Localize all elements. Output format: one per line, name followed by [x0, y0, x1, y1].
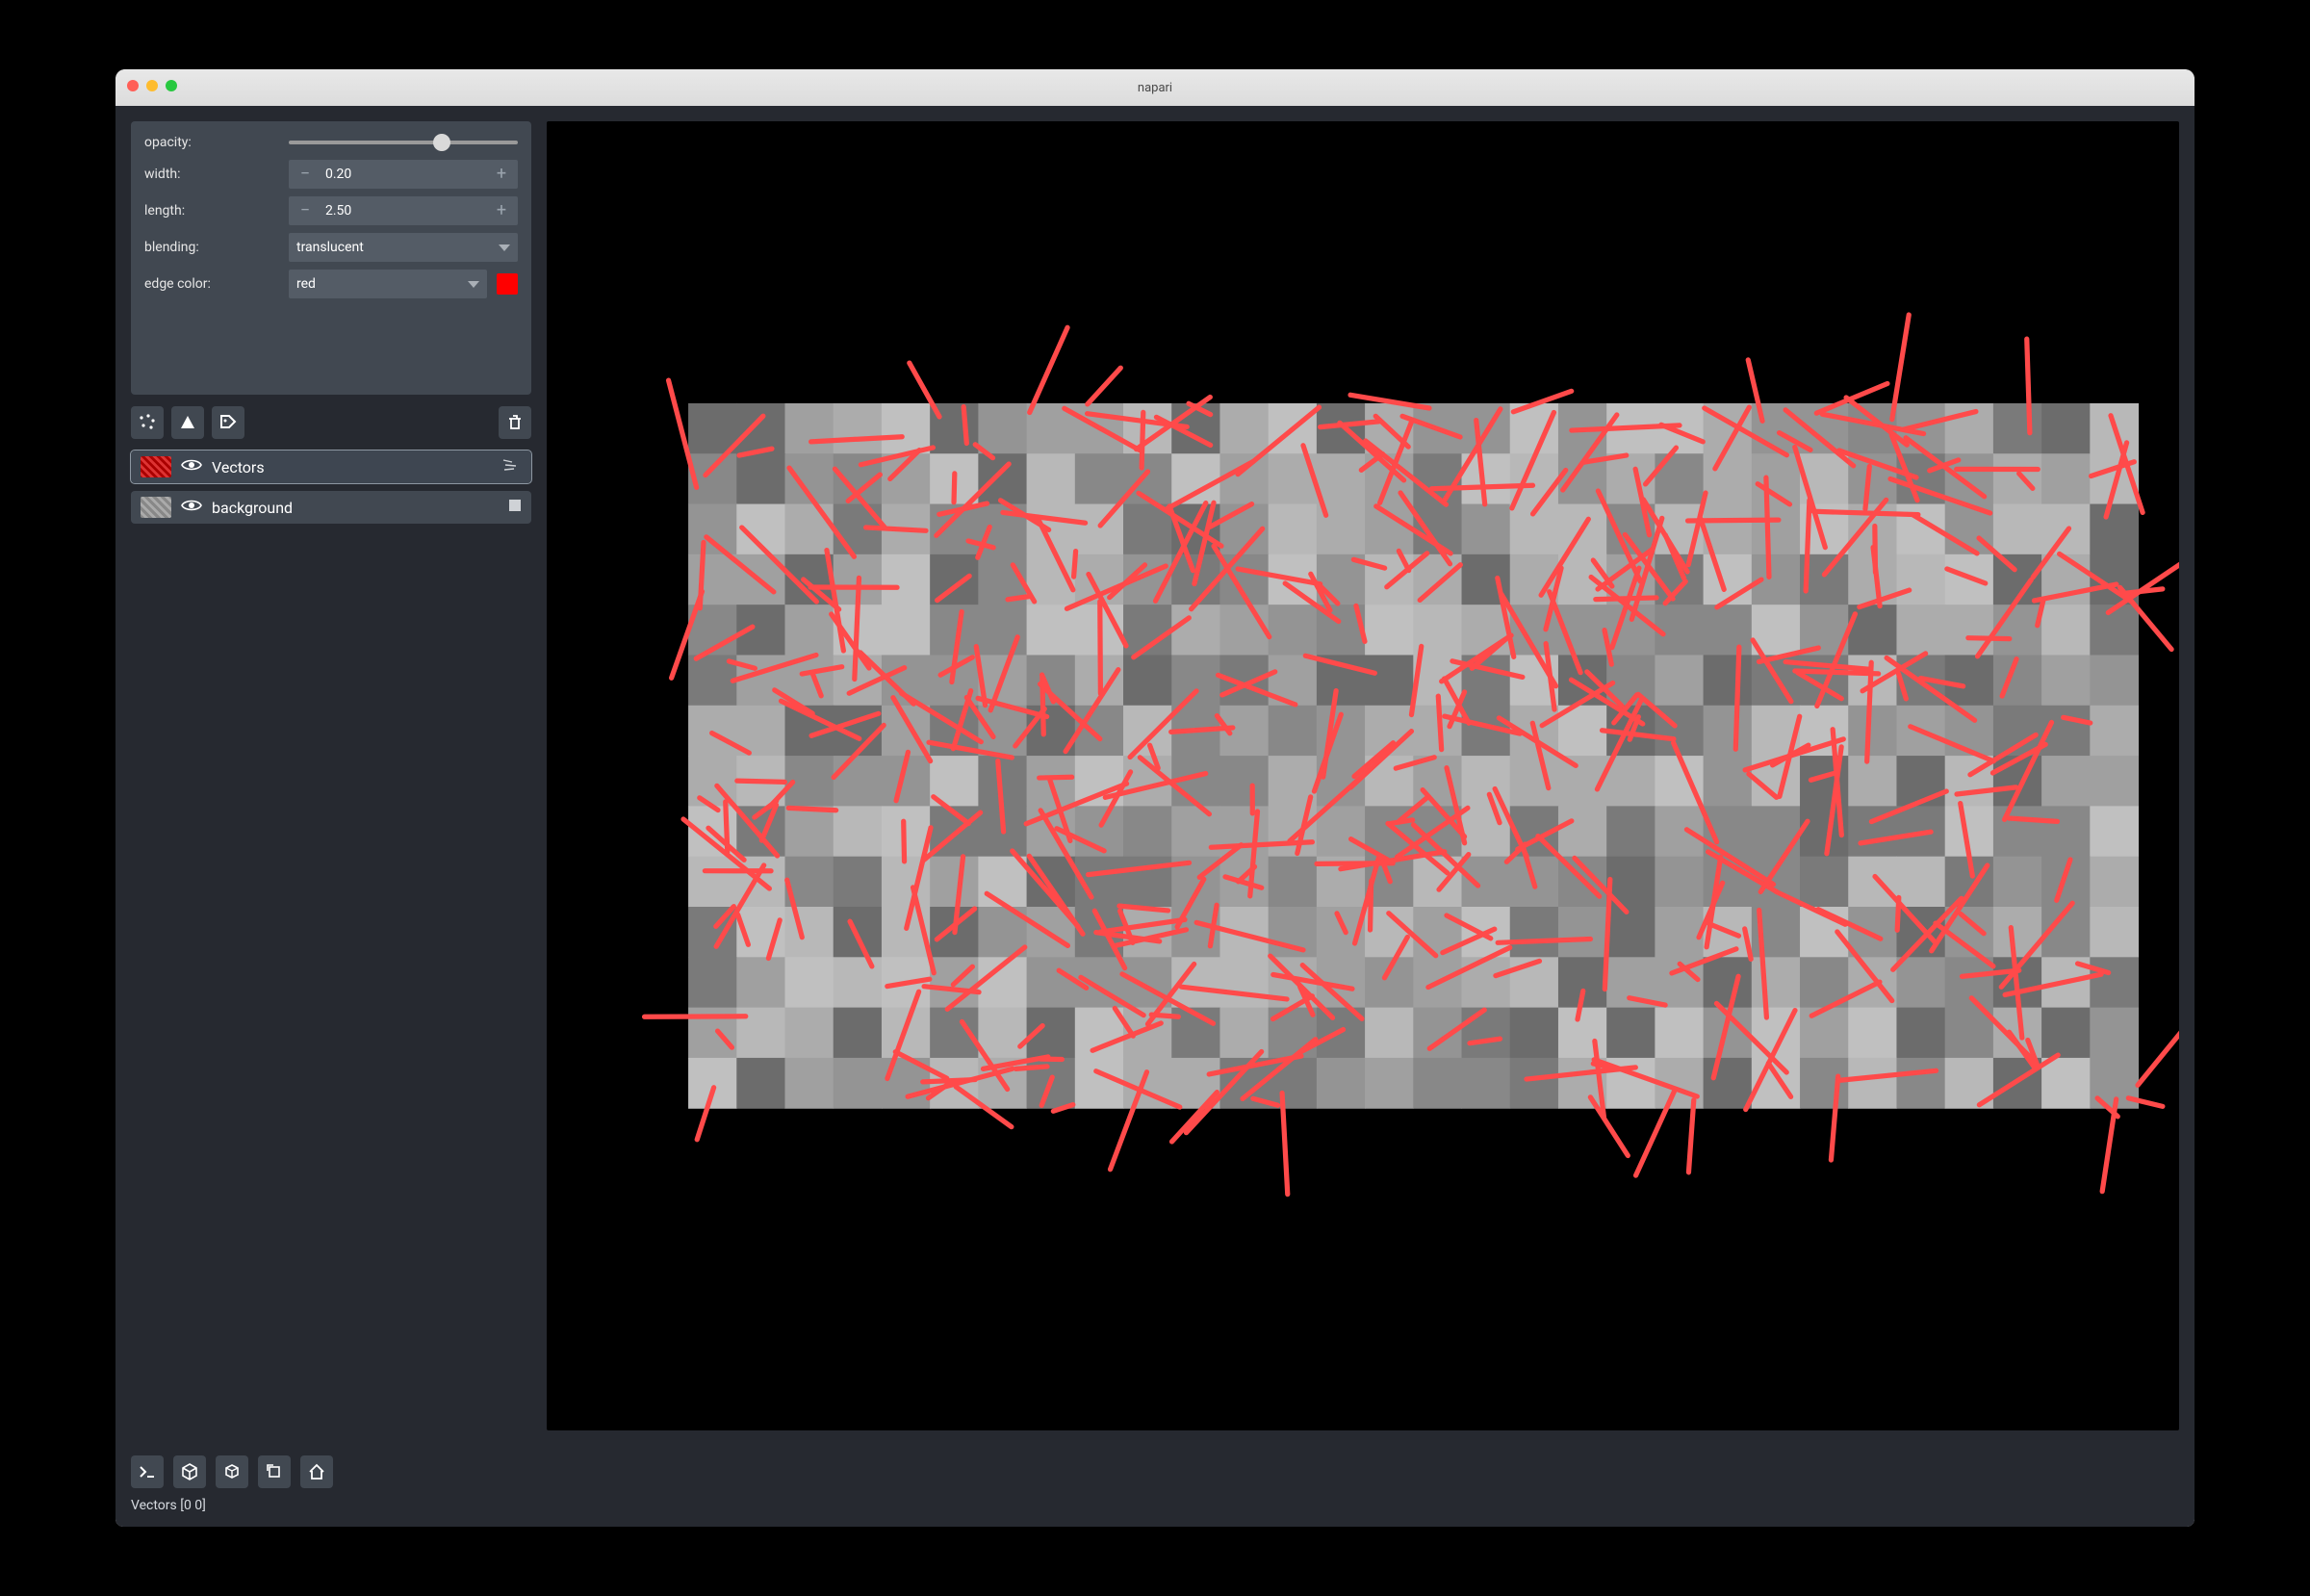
increment-icon[interactable]: + [485, 196, 518, 225]
transpose-button[interactable] [258, 1455, 291, 1488]
visibility-icon[interactable] [181, 498, 202, 517]
edge-color-swatch[interactable] [497, 273, 518, 295]
points-icon [138, 413, 157, 432]
decrement-icon[interactable]: − [289, 160, 321, 189]
slider-track [289, 141, 518, 144]
decrement-icon[interactable]: − [289, 196, 321, 225]
opacity-label: opacity: [144, 135, 279, 150]
length-row: length: − 2.50 + [144, 196, 518, 225]
length-value: 2.50 [321, 203, 485, 219]
width-stepper[interactable]: − 0.20 + [289, 160, 518, 189]
length-label: length: [144, 203, 279, 219]
width-value: 0.20 [321, 167, 485, 182]
add-points-button[interactable] [131, 406, 164, 439]
ndisplay-button[interactable] [173, 1455, 206, 1488]
chevron-down-icon [468, 281, 479, 288]
app-body: opacity: width: − 0.20 + [116, 106, 2194, 1527]
cube-icon [180, 1462, 199, 1481]
status-bar: Vectors [0 0] [116, 1494, 2194, 1527]
trash-icon [505, 413, 525, 432]
width-row: width: − 0.20 + [144, 160, 518, 189]
layer-controls-panel: opacity: width: − 0.20 + [131, 121, 531, 395]
minimize-icon[interactable] [146, 80, 158, 91]
edge-color-row: edge color: red [144, 270, 518, 298]
slider-thumb[interactable] [433, 134, 450, 151]
roll-icon [222, 1462, 242, 1481]
zoom-icon[interactable] [166, 80, 177, 91]
canvas-svg [547, 121, 2179, 1430]
layer-name: background [212, 499, 499, 517]
chevron-down-icon [499, 245, 510, 251]
layer-vectors[interactable]: Vectors [131, 450, 531, 483]
sidebar: opacity: width: − 0.20 + [116, 106, 547, 1446]
console-icon [138, 1462, 157, 1481]
opacity-row: opacity: [144, 133, 518, 152]
titlebar: napari [116, 69, 2194, 107]
length-stepper[interactable]: − 2.50 + [289, 196, 518, 225]
shapes-icon [178, 413, 197, 432]
viewer-buttons [116, 1446, 2194, 1494]
layer-thumbnail [141, 456, 171, 477]
edge-color-label: edge color: [144, 276, 279, 292]
delete-layer-button[interactable] [499, 406, 531, 439]
layer-thumbnail [141, 497, 171, 518]
add-labels-button[interactable] [212, 406, 244, 439]
console-button[interactable] [131, 1455, 164, 1488]
layer-name: Vectors [212, 458, 493, 476]
visibility-icon[interactable] [181, 457, 202, 476]
layer-type-icon [502, 457, 522, 476]
opacity-slider[interactable] [289, 133, 518, 152]
increment-icon[interactable]: + [485, 160, 518, 189]
blending-row: blending: translucent [144, 233, 518, 262]
edge-color-value: red [296, 276, 316, 292]
layer-list: Vectors background [131, 450, 531, 531]
canvas[interactable] [547, 121, 2179, 1430]
home-icon [307, 1462, 326, 1481]
home-button[interactable] [300, 1455, 333, 1488]
close-icon[interactable] [127, 80, 139, 91]
blending-value: translucent [296, 240, 364, 255]
blending-select[interactable]: translucent [289, 233, 518, 262]
roll-button[interactable] [216, 1455, 248, 1488]
blending-label: blending: [144, 240, 279, 255]
tag-icon [218, 413, 238, 432]
transpose-icon [265, 1462, 284, 1481]
layer-type-icon [508, 499, 522, 516]
layer-background[interactable]: background [131, 491, 531, 524]
window-title: napari [1138, 81, 1172, 95]
add-shapes-button[interactable] [171, 406, 204, 439]
window-controls [127, 80, 177, 91]
main-area: opacity: width: − 0.20 + [116, 106, 2194, 1446]
edge-color-select[interactable]: red [289, 270, 487, 298]
app-window: napari opacity: width: − [116, 69, 2194, 1527]
width-label: width: [144, 167, 279, 182]
layer-toolbar [131, 406, 531, 439]
